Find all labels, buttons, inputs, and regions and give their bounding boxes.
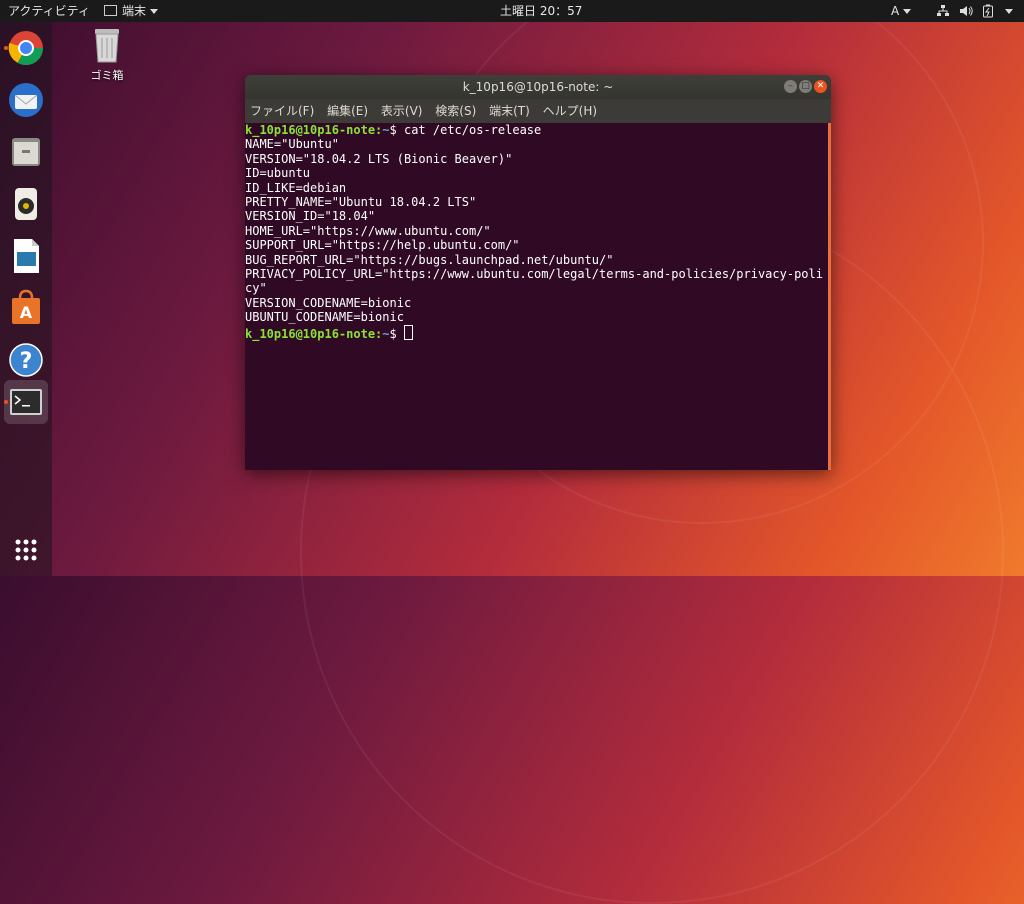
maximize-icon: □ <box>801 81 810 91</box>
chevron-down-icon <box>150 9 159 14</box>
system-menu-button[interactable] <box>1001 0 1013 22</box>
app-menu-label: 端末 <box>122 4 147 18</box>
menu-view[interactable]: 表示(V) <box>381 104 423 118</box>
trash-label: ゴミ箱 <box>90 69 124 82</box>
prompt-user: k_10p16@10p16-note <box>245 326 376 341</box>
dock-item-thunderbird[interactable] <box>4 78 48 122</box>
terminal-output[interactable]: k_10p16@10p16-note:~$ cat /etc/os-releas… <box>245 123 831 470</box>
prompt-path: ~ <box>382 123 390 137</box>
menu-file[interactable]: ファイル(F) <box>250 104 314 118</box>
volume-icon[interactable] <box>959 0 973 22</box>
command-text: cat /etc/os-release <box>403 123 542 137</box>
dock: A ? <box>0 22 52 576</box>
output-line: VERSION_CODENAME=bionic <box>245 295 412 310</box>
menu-terminal[interactable]: 端末(T) <box>489 104 530 118</box>
menu-edit[interactable]: 編集(E) <box>327 104 368 118</box>
svg-text:?: ? <box>20 349 33 374</box>
show-applications-icon <box>15 539 37 561</box>
app-menu-button[interactable]: 端末 <box>104 0 159 22</box>
input-method-label: A <box>891 4 900 18</box>
dock-item-rhythmbox[interactable] <box>4 182 48 226</box>
minimize-button[interactable]: – <box>784 80 797 93</box>
output-line: VERSION="18.04.2 LTS (Bionic Beaver)" <box>245 151 513 166</box>
output-line: PRIVACY_POLICY_URL="https://www.ubuntu.c… <box>245 267 823 282</box>
dock-item-terminal[interactable] <box>4 380 48 424</box>
prompt-line: k_10p16@10p16-note:~$ cat /etc/os-releas… <box>245 123 542 137</box>
output-line: BUG_REPORT_URL="https://bugs.launchpad.n… <box>245 252 614 267</box>
help-icon: ? <box>9 343 43 377</box>
dock-item-software[interactable]: A <box>4 286 48 330</box>
thunderbird-icon <box>9 83 43 117</box>
svg-text:A: A <box>20 303 33 322</box>
chevron-down-icon <box>903 9 912 14</box>
prompt-path: ~ <box>382 326 390 341</box>
files-icon <box>12 138 40 166</box>
output-line: PRETTY_NAME="Ubuntu 18.04.2 LTS" <box>245 195 477 210</box>
chrome-icon <box>8 31 43 65</box>
window-title: k_10p16@10p16-note: ~ <box>462 80 614 94</box>
libreoffice-writer-icon <box>14 239 39 273</box>
ubuntu-software-icon: A <box>12 289 40 324</box>
dock-item-chrome[interactable] <box>4 26 48 70</box>
window-titlebar[interactable]: k_10p16@10p16-note: ~ – □ ✕ <box>245 75 831 99</box>
output-line: ID_LIKE=debian <box>245 180 347 195</box>
input-method-button[interactable]: A <box>891 0 912 22</box>
network-icon[interactable] <box>936 0 950 22</box>
output-line: HOME_URL="https://www.ubuntu.com/" <box>245 223 491 238</box>
dock-item-files[interactable] <box>4 130 48 174</box>
running-indicator <box>4 400 8 404</box>
dock-item-writer[interactable] <box>4 234 48 278</box>
battery-icon[interactable] <box>982 0 994 22</box>
close-button[interactable]: ✕ <box>814 80 827 93</box>
trash-icon <box>95 29 119 63</box>
activities-label: アクティビティ <box>8 4 90 18</box>
menu-search[interactable]: 検索(S) <box>435 104 476 118</box>
output-line: ID=ubuntu <box>245 166 311 181</box>
terminal-icon <box>10 389 42 415</box>
clock-label: 土曜日 20：57 <box>500 4 583 18</box>
output-line: SUPPORT_URL="https://help.ubuntu.com/" <box>245 238 520 253</box>
clock-button[interactable]: 土曜日 20：57 <box>500 0 582 22</box>
output-line: UBUNTU_CODENAME=bionic <box>245 310 404 325</box>
terminal-menubar: ファイル(F) 編集(E) 表示(V) 検索(S) 端末(T) ヘルプ(H) <box>245 99 831 123</box>
output-line: NAME="Ubuntu" <box>245 137 339 152</box>
prompt-line: k_10p16@10p16-note:~$ <box>245 324 831 341</box>
maximize-button[interactable]: □ <box>799 80 812 93</box>
terminal-small-icon <box>104 5 117 16</box>
activities-button[interactable]: アクティビティ <box>8 0 90 22</box>
top-bar: アクティビティ 端末 土曜日 20：57 A <box>0 0 1024 22</box>
chevron-down-icon <box>1005 9 1013 14</box>
prompt-user: k_10p16@10p16-note <box>245 123 376 137</box>
scrollbar[interactable] <box>828 123 831 470</box>
desktop-item-trash[interactable]: ゴミ箱 <box>84 26 130 83</box>
output-line: VERSION_ID="18.04" <box>245 209 376 224</box>
output-line: cy" <box>245 281 267 296</box>
dock-item-help[interactable]: ? <box>4 338 48 382</box>
close-icon: ✕ <box>816 81 825 91</box>
text-cursor <box>403 324 413 340</box>
rhythmbox-icon <box>15 188 37 220</box>
terminal-window[interactable]: k_10p16@10p16-note: ~ – □ ✕ ファイル(F) 編集(E… <box>245 75 831 470</box>
running-indicator <box>4 46 8 50</box>
menu-help[interactable]: ヘルプ(H) <box>543 104 597 118</box>
minimize-icon: – <box>788 81 793 91</box>
show-applications-button[interactable] <box>4 528 48 572</box>
